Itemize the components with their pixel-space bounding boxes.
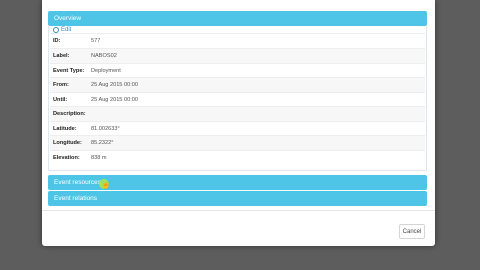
field-label: Latitude: xyxy=(53,126,77,132)
field-label: Event Type: xyxy=(53,68,85,74)
field-value: 25 Aug 2015 00:00 xyxy=(91,82,138,88)
field-label: Label: xyxy=(53,53,70,59)
field-row-until: Until: 25 Aug 2015 00:00 xyxy=(50,92,425,107)
field-row-from: From: 25 Aug 2015 00:00 xyxy=(50,77,425,92)
field-label: ID: xyxy=(53,38,61,44)
field-value: 577 xyxy=(91,38,101,44)
field-row-event-type: Event Type: Deployment xyxy=(50,63,425,78)
modal-footer-divider xyxy=(42,210,435,211)
field-label: From: xyxy=(53,82,69,88)
field-label: Until: xyxy=(53,97,68,103)
event-details-modal: Overview Edit ID: 577 Label: NABOS02 Eve… xyxy=(42,0,435,246)
field-label: Description: xyxy=(53,111,86,117)
event-relations-panel-header[interactable]: Event relations xyxy=(48,191,427,206)
field-row-elevation: Elevation: 838 m xyxy=(50,150,425,165)
field-value: 81.002633° xyxy=(91,126,120,132)
field-value: Deployment xyxy=(91,68,121,74)
cancel-button[interactable]: Cancel xyxy=(399,224,425,239)
hand-cursor-icon: ☝ xyxy=(101,180,111,189)
overview-panel-body: Edit ID: 577 Label: NABOS02 Event Type: … xyxy=(48,25,427,171)
field-row-longitude: Longitude: 85.2322° xyxy=(50,135,425,150)
overview-panel-header[interactable]: Overview xyxy=(48,11,427,26)
field-row-label: Label: NABOS02 xyxy=(50,48,425,63)
field-value: NABOS02 xyxy=(91,53,117,59)
field-label: Longitude: xyxy=(53,140,82,146)
field-label: Elevation: xyxy=(53,155,80,161)
field-value: 85.2322° xyxy=(91,140,114,146)
field-row-id: ID: 577 xyxy=(50,33,425,48)
field-row-latitude: Latitude: 81.002633° xyxy=(50,121,425,136)
field-value: 25 Aug 2015 00:00 xyxy=(91,97,138,103)
field-row-description: Description: xyxy=(50,106,425,121)
field-value: 838 m xyxy=(91,155,107,161)
